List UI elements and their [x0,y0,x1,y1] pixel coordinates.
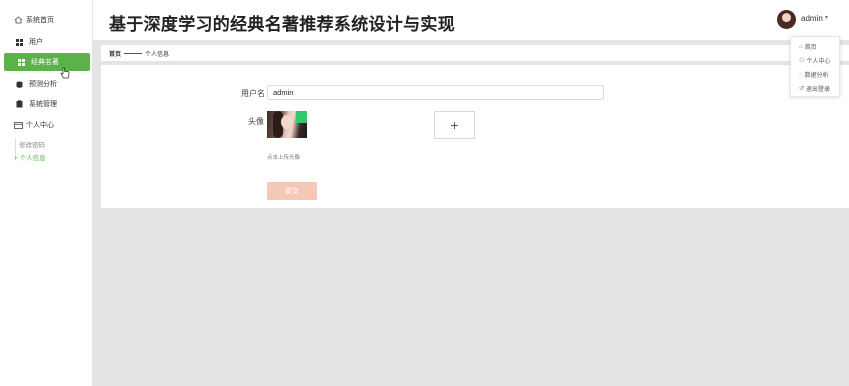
sidebar-item-label: 用户 [29,39,43,46]
user-name[interactable]: admin [801,14,823,23]
grid-icon [13,38,25,46]
username-input[interactable]: admin [267,85,604,100]
breadcrumb: 首页 个人信息 [101,45,849,61]
chat-icon: ◌ [799,71,803,78]
avatar-preview-image[interactable] [267,111,307,138]
dropdown-item-user-center[interactable]: ⚇ 个人中心 [799,56,830,65]
top-header: 基于深度学习的经典名著推荐系统设计与实现 admin ▾ [93,0,849,40]
sidebar-item-label: 系统管理 [29,101,57,108]
sidebar-item-label: 系统首页 [26,17,54,24]
sidebar-subitem-profile[interactable]: + 个人信息 [14,152,46,162]
dropdown-item-logout[interactable]: ↺ 退出登录 [799,84,830,93]
dropdown-item-label: 数据分析 [804,73,829,79]
upload-hint: 点击上传头像 [267,155,301,161]
dropdown-item-home[interactable]: ⌂ 首页 [799,42,817,52]
breadcrumb-current: 个人信息 [145,52,170,58]
clipboard-icon [13,100,25,108]
id-card-icon [12,121,24,129]
dropdown-item-label: 个人中心 [806,59,831,65]
dropdown-item-label: 首页 [804,45,817,51]
user-dropdown-menu: ⌂ 首页 ⚇ 个人中心 ◌ 数据分析 ↺ 退出登录 [790,36,840,97]
hand-cursor-icon [60,66,70,84]
username-label: 用户名 [241,89,265,98]
sidebar-item-user-center[interactable]: 个人中心 [0,116,90,134]
sidebar-item-classics[interactable]: 经典名著 [4,53,90,71]
user-icon: ⚇ [799,58,805,64]
sidebar: 系统首页 用户 经典名著 预测分析 系统管理 个人中心 修改密码 + 个人信息 [0,0,93,386]
submit-button[interactable]: 提交 [267,182,317,200]
sidebar-item-prediction[interactable]: 预测分析 [0,75,90,93]
dropdown-item-data-analysis[interactable]: ◌ 数据分析 [799,70,829,80]
sidebar-item-system[interactable]: 系统管理 [0,95,90,113]
avatar[interactable] [777,10,796,29]
sidebar-item-users[interactable]: 用户 [0,33,90,51]
page-title: 基于深度学习的经典名著推荐系统设计与实现 [109,15,455,34]
breadcrumb-separator [124,53,142,54]
home-icon: ⌂ [799,43,803,50]
breadcrumb-home[interactable]: 首页 [109,49,121,58]
sidebar-item-label: 经典名著 [31,59,59,66]
dropdown-item-label: 退出登录 [806,87,831,93]
sidebar-item-home[interactable]: 系统首页 [0,11,90,29]
chevron-down-icon[interactable]: ▾ [825,14,828,21]
sidebar-item-label: 预测分析 [29,81,57,88]
logout-icon: ↺ [799,86,805,92]
grid-icon [15,58,27,66]
upload-avatar-button[interactable]: + [434,111,475,139]
sidebar-item-label: 个人中心 [26,122,54,129]
database-icon [13,81,25,88]
avatar-label: 头像 [248,117,264,126]
sidebar-subitem-change-password[interactable]: 修改密码 [19,139,45,149]
home-icon [12,16,24,24]
